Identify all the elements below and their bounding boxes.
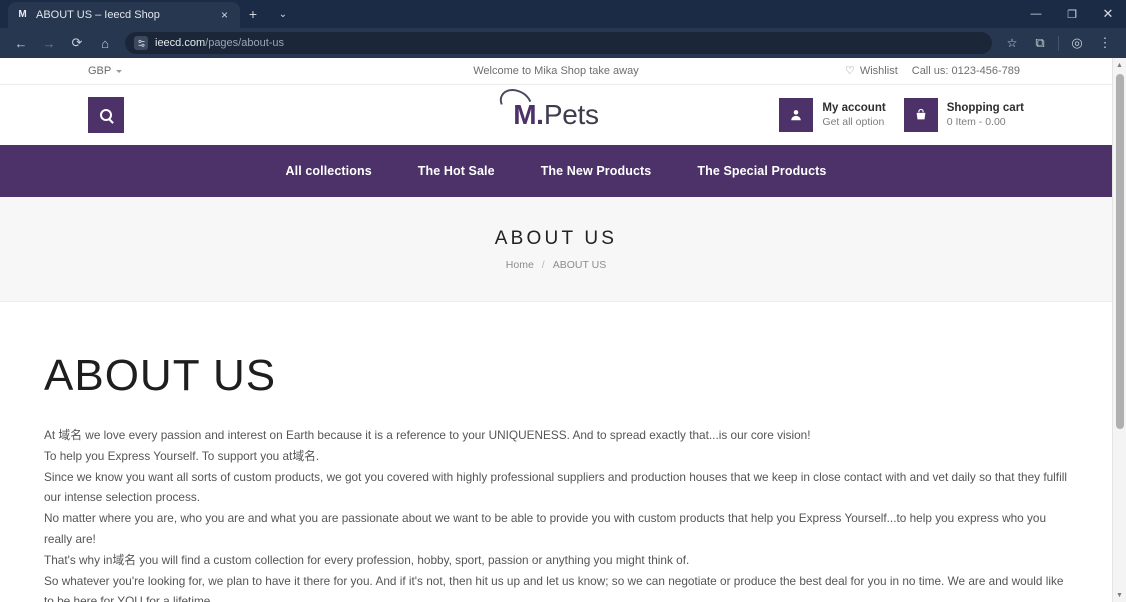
profile-icon[interactable]: ◎ — [1064, 31, 1090, 55]
phone-number: Call us: 0123-456-789 — [911, 65, 1020, 77]
hero-title: ABOUT US — [494, 227, 618, 249]
address-bar-url: ieecd.com/pages/about-us — [155, 37, 284, 49]
url-path: /pages/about-us — [205, 37, 285, 49]
tab-close-icon[interactable]: × — [217, 8, 232, 23]
nav-item-all-collections[interactable]: All collections — [286, 164, 372, 178]
header-actions: My account Get all option Shopping cart … — [779, 98, 1024, 132]
scrollbar-thumb[interactable] — [1116, 74, 1124, 429]
breadcrumb-separator: / — [541, 258, 545, 271]
topbar-right-group: ♡ Wishlist Call us: 0123-456-789 — [845, 65, 1112, 77]
logo-letter-m: M — [513, 99, 537, 130]
logo-arc-decoration — [495, 83, 538, 123]
search-button[interactable] — [88, 97, 124, 133]
site-settings-icon[interactable] — [134, 36, 148, 50]
breadcrumb-home-link[interactable]: Home — [506, 259, 534, 271]
search-icon — [100, 109, 112, 121]
tab-strip: M ABOUT US – Ieecd Shop × + ⌄ — ❐ ✕ — [0, 0, 1126, 28]
about-paragraph: That's why in域名 you will find a custom c… — [44, 552, 690, 567]
scroll-up-arrow-icon[interactable]: ▲ — [1113, 58, 1126, 72]
window-controls: — ❐ ✕ — [1018, 0, 1126, 28]
site-header: M . Pets My account Get all option Shopp… — [0, 83, 1112, 145]
my-account-subtitle: Get all option — [822, 116, 885, 128]
page-viewport: GBP Welcome to Mika Shop take away ♡ Wis… — [0, 58, 1126, 602]
toolbar-divider — [1058, 35, 1059, 51]
window-minimize-icon[interactable]: — — [1018, 0, 1054, 28]
wishlist-label: Wishlist — [859, 65, 898, 77]
browser-tab[interactable]: M ABOUT US – Ieecd Shop × — [8, 2, 240, 28]
wishlist-link[interactable]: ♡ Wishlist — [845, 65, 898, 77]
address-bar[interactable]: ieecd.com/pages/about-us — [125, 32, 992, 54]
logo-word-pets: Pets — [543, 99, 599, 130]
main-navigation: All collections The Hot Sale The New Pro… — [0, 145, 1112, 197]
nav-item-the-hot-sale[interactable]: The Hot Sale — [418, 164, 495, 178]
breadcrumb: Home / ABOUT US — [506, 259, 606, 271]
about-paragraph: At 域名 we love every passion and interest… — [44, 428, 811, 442]
forward-icon[interactable]: → — [36, 31, 62, 55]
breadcrumb-current: ABOUT US — [552, 258, 607, 271]
tab-favicon-icon: M — [18, 9, 27, 20]
nav-item-the-special-products[interactable]: The Special Products — [697, 164, 826, 178]
home-icon[interactable]: ⌂ — [92, 31, 118, 55]
browser-window: M ABOUT US – Ieecd Shop × + ⌄ — ❐ ✕ ← → … — [0, 0, 1126, 602]
back-icon[interactable]: ← — [8, 31, 34, 55]
tab-search-chevron-down-icon[interactable]: ⌄ — [270, 1, 296, 27]
window-maximize-icon[interactable]: ❐ — [1054, 0, 1090, 28]
logo-dot: . — [536, 99, 544, 130]
shopping-cart-subtitle: 0 Item - 0.00 — [946, 116, 1006, 128]
shopping-cart-block[interactable]: Shopping cart 0 Item - 0.00 — [903, 98, 1024, 132]
my-account-title: My account — [822, 102, 886, 114]
browser-menu-icon[interactable]: ⋮ — [1092, 31, 1118, 55]
shopping-cart-title: Shopping cart — [946, 102, 1024, 114]
heart-icon: ♡ — [844, 64, 855, 77]
bookmark-star-icon[interactable]: ☆ — [999, 31, 1025, 55]
new-tab-button[interactable]: + — [240, 1, 266, 27]
main-content: ABOUT US At 域名 we love every passion and… — [0, 302, 1112, 602]
user-icon — [779, 98, 814, 132]
nav-item-the-new-products[interactable]: The New Products — [541, 164, 652, 178]
scroll-down-arrow-icon[interactable]: ▼ — [1113, 588, 1126, 602]
basket-icon — [903, 98, 938, 132]
tab-title: ABOUT US – Ieecd Shop — [36, 9, 160, 21]
page-scrollbar[interactable]: ▲ ▼ — [1112, 58, 1126, 602]
url-domain: ieecd.com — [155, 37, 206, 49]
window-close-icon[interactable]: ✕ — [1090, 0, 1126, 28]
about-paragraph: Since we know you want all sorts of cust… — [44, 469, 1067, 505]
page-hero: ABOUT US Home / ABOUT US — [0, 197, 1112, 302]
my-account-block[interactable]: My account Get all option — [779, 98, 886, 132]
site-topbar: GBP Welcome to Mika Shop take away ♡ Wis… — [0, 58, 1112, 85]
about-paragraph: To help you Express Yourself. To support… — [44, 448, 320, 463]
extensions-icon[interactable]: ⧉ — [1027, 31, 1053, 55]
about-body-copy: At 域名 we love every passion and interest… — [44, 425, 1068, 602]
browser-toolbar: ← → ⟳ ⌂ ieecd.com/pages/about-us ☆ ⧉ ◎ ⋮ — [0, 28, 1126, 58]
reload-icon[interactable]: ⟳ — [64, 31, 90, 55]
about-paragraph: So whatever you're looking for, we plan … — [44, 573, 1064, 602]
about-paragraph: No matter where you are, who you are and… — [44, 511, 1047, 546]
page-title: ABOUT US — [44, 351, 277, 400]
page-content: GBP Welcome to Mika Shop take away ♡ Wis… — [0, 58, 1112, 602]
